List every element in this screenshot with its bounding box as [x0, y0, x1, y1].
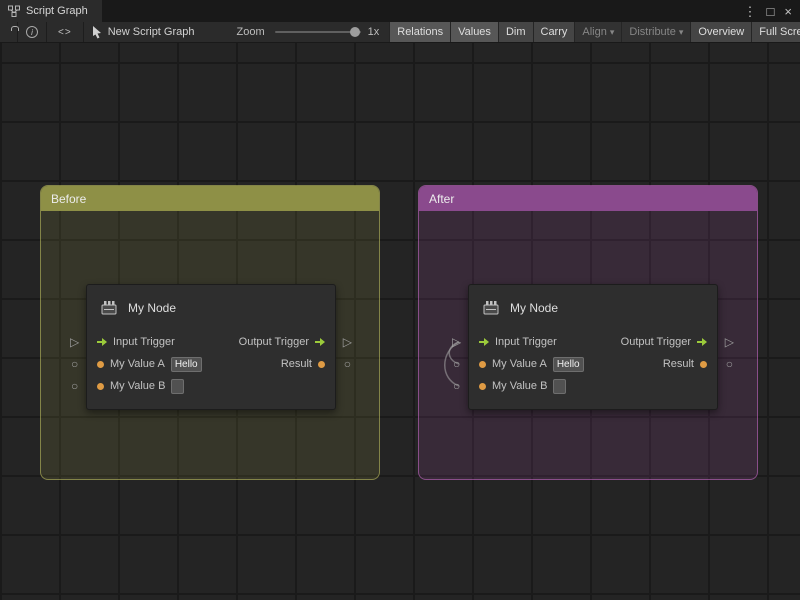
value-a-field[interactable]: Hello: [553, 357, 584, 372]
port-row: My Value B: [469, 375, 717, 397]
value-output-port-icon[interactable]: ○: [344, 358, 351, 370]
value-input-port-icon[interactable]: ○: [453, 380, 460, 392]
port-label: Output Trigger: [621, 336, 691, 348]
maximize-icon[interactable]: □: [767, 5, 775, 18]
value-b-field[interactable]: [553, 379, 566, 394]
value-port-icon[interactable]: [97, 383, 104, 390]
fullscreen-button[interactable]: Full Screen: [751, 22, 800, 42]
relations-button[interactable]: Relations: [389, 22, 450, 42]
tab-bar: Script Graph ⋮ □ ×: [0, 0, 800, 22]
group-after-header[interactable]: After: [419, 186, 757, 211]
graph-toolbar: i <> New Script Graph Zoom 1x Relations …: [0, 22, 800, 43]
value-port-icon[interactable]: [700, 361, 707, 368]
zoom-slider[interactable]: [275, 31, 361, 33]
group-before-label: Before: [51, 192, 86, 206]
flow-output-port-icon[interactable]: ▷: [725, 336, 734, 348]
zoom-label: Zoom: [237, 26, 265, 38]
flow-arrow-icon[interactable]: [479, 338, 489, 346]
value-output-port-icon[interactable]: ○: [726, 358, 733, 370]
value-a-field[interactable]: Hello: [171, 357, 202, 372]
kebab-menu-icon[interactable]: ⋮: [744, 5, 757, 18]
tab-title: Script Graph: [26, 5, 88, 17]
port-label: Input Trigger: [495, 336, 557, 348]
port-label: Result: [663, 358, 694, 370]
port-label: My Value B: [110, 380, 165, 392]
chevron-down-icon: ▾: [679, 27, 684, 38]
chevron-down-icon: ▾: [610, 27, 615, 38]
group-after-label: After: [429, 192, 454, 206]
port-label: My Value A: [492, 358, 547, 370]
value-port-icon[interactable]: [97, 361, 104, 368]
info-icon[interactable]: i: [26, 26, 38, 38]
value-port-icon[interactable]: [318, 361, 325, 368]
distribute-button[interactable]: Distribute ▾: [621, 22, 690, 42]
port-label: My Value B: [492, 380, 547, 392]
values-button[interactable]: Values: [450, 22, 498, 42]
flow-arrow-icon[interactable]: [97, 338, 107, 346]
unity-script-graph-window: Script Graph ⋮ □ × i <> New Script Graph…: [0, 0, 800, 600]
node-my-node-after[interactable]: ▷ ○ ○ ▷ ○ My Node: [468, 284, 718, 410]
close-icon[interactable]: ×: [784, 5, 792, 18]
window-controls: ⋮ □ ×: [744, 0, 800, 22]
flow-output-port-icon[interactable]: ▷: [343, 336, 352, 348]
node-title: My Node: [128, 301, 176, 315]
group-after[interactable]: After ▷ ○ ○ ▷ ○: [418, 185, 758, 480]
toolbar-separator: [17, 22, 18, 42]
port-label: My Value A: [110, 358, 165, 370]
port-row: My Value A Hello Result: [469, 353, 717, 375]
value-input-port-icon[interactable]: ○: [453, 358, 460, 370]
port-row: Input Trigger Output Trigger: [469, 331, 717, 353]
toolbar-button-group: Relations Values Dim Carry Align ▾ Distr…: [389, 22, 800, 42]
value-input-port-icon[interactable]: ○: [71, 358, 78, 370]
flow-arrow-icon[interactable]: [315, 338, 325, 346]
value-port-icon[interactable]: [479, 361, 486, 368]
node-header[interactable]: My Node: [87, 285, 335, 331]
value-input-port-icon[interactable]: ○: [71, 380, 78, 392]
overview-button[interactable]: Overview: [690, 22, 751, 42]
node-icon: [481, 298, 501, 318]
dim-button[interactable]: Dim: [498, 22, 533, 42]
value-b-field[interactable]: [171, 379, 184, 394]
cursor-icon: [92, 26, 103, 39]
group-before[interactable]: Before ▷ ○ ○ ▷ ○: [40, 185, 380, 480]
tab-script-graph[interactable]: Script Graph: [0, 0, 102, 22]
port-row: My Value A Hello Result: [87, 353, 335, 375]
script-graph-tab-icon: [8, 5, 20, 17]
node-title: My Node: [510, 301, 558, 315]
graph-breadcrumb[interactable]: New Script Graph: [108, 26, 195, 38]
node-header[interactable]: My Node: [469, 285, 717, 331]
toolbar-separator: [46, 22, 47, 42]
flow-arrow-icon[interactable]: [697, 338, 707, 346]
port-label: Input Trigger: [113, 336, 175, 348]
carry-button[interactable]: Carry: [533, 22, 575, 42]
code-icon[interactable]: <>: [55, 27, 75, 38]
group-before-header[interactable]: Before: [41, 186, 379, 211]
graph-canvas[interactable]: Before ▷ ○ ○ ▷ ○: [0, 43, 800, 600]
port-row: My Value B: [87, 375, 335, 397]
zoom-slider-handle[interactable]: [350, 27, 360, 37]
toolbar-separator: [83, 22, 84, 42]
flow-input-port-icon[interactable]: ▷: [70, 336, 79, 348]
align-button[interactable]: Align ▾: [574, 22, 621, 42]
port-label: Output Trigger: [239, 336, 309, 348]
node-icon: [99, 298, 119, 318]
port-row: Input Trigger Output Trigger: [87, 331, 335, 353]
zoom-value: 1x: [368, 26, 380, 38]
flow-input-port-icon[interactable]: ▷: [452, 336, 461, 348]
port-label: Result: [281, 358, 312, 370]
node-my-node-before[interactable]: ▷ ○ ○ ▷ ○ My Node: [86, 284, 336, 410]
value-port-icon[interactable]: [479, 383, 486, 390]
